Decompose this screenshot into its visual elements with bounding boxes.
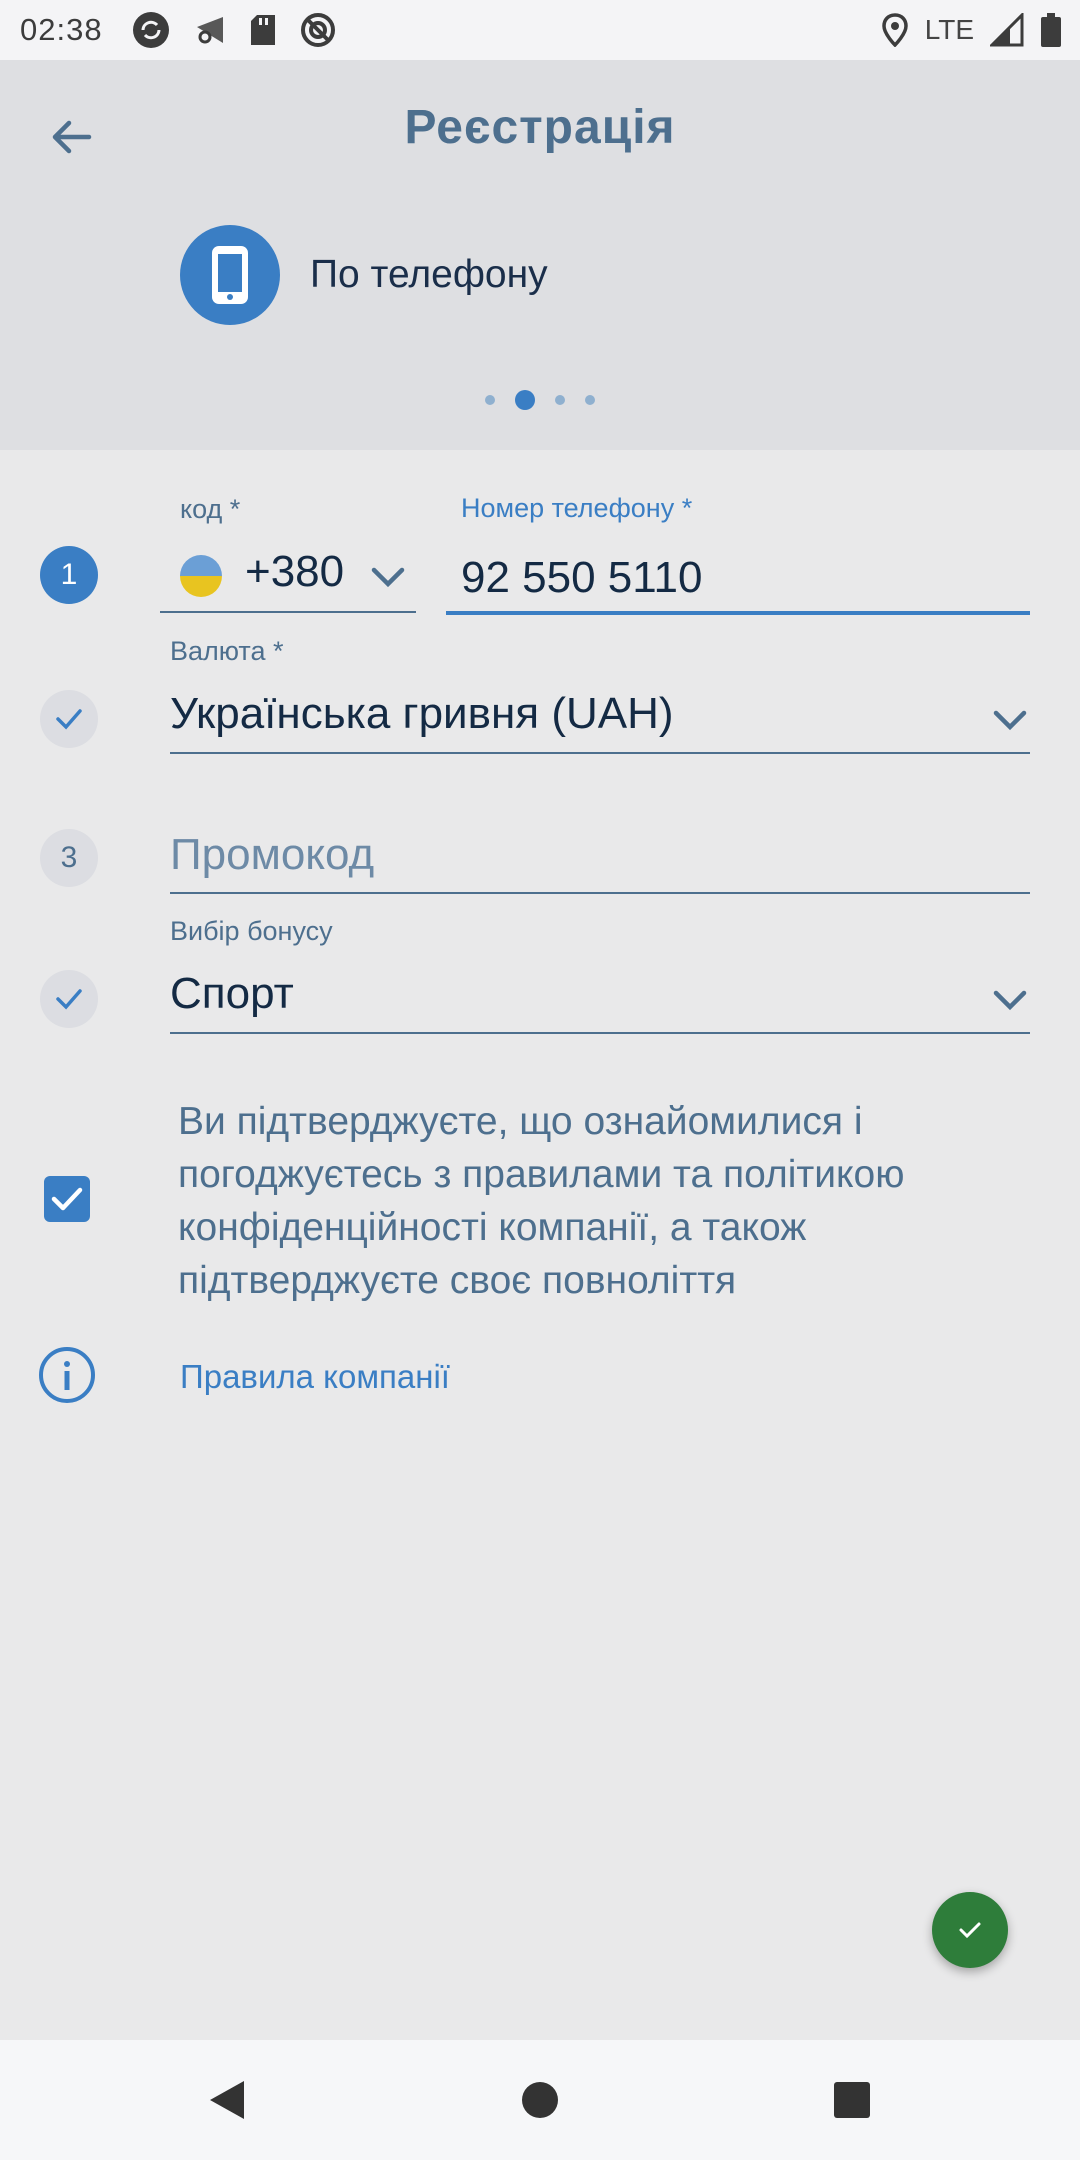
currency-underline <box>170 752 1030 754</box>
registration-header: Реєстрація По телефону <box>0 60 1080 450</box>
bonus-underline <box>170 1032 1030 1034</box>
promo-code-input[interactable]: Промокод <box>170 830 1030 890</box>
consent-text: Ви підтверджуєте, що ознайомилися і пого… <box>178 1100 905 1302</box>
sync-icon <box>132 12 169 48</box>
check-icon <box>56 709 82 730</box>
bonus-select[interactable]: Спорт <box>170 965 1030 1035</box>
check-icon <box>56 989 82 1010</box>
checkmark-icon <box>51 1187 83 1211</box>
signal-icon <box>990 13 1024 47</box>
wifi-settings-icon <box>196 17 223 44</box>
chevron-down-icon <box>993 710 1027 731</box>
pager-dot[interactable] <box>585 395 595 405</box>
method-pager <box>0 390 1080 410</box>
code-label: код * <box>180 494 241 524</box>
step-1-indicator: 1 <box>40 546 98 604</box>
page-title: Реєстрація <box>404 101 676 154</box>
step-4-done-indicator <box>40 970 98 1028</box>
phone-label: Номер телефону * <box>461 493 693 523</box>
nav-home-icon <box>522 2082 558 2118</box>
do-not-disturb-icon <box>300 13 335 47</box>
info-icon <box>39 1347 95 1403</box>
nav-back-icon <box>210 2081 244 2119</box>
country-code-value: +380 <box>245 547 345 596</box>
check-icon <box>959 1922 981 1939</box>
chevron-down-icon <box>993 990 1027 1011</box>
step-3-indicator: 3 <box>40 829 98 887</box>
status-time: 02:38 <box>20 12 103 47</box>
nav-home-button[interactable] <box>510 2070 570 2130</box>
pager-dot-active[interactable] <box>515 390 535 410</box>
consent-checkbox[interactable] <box>44 1176 90 1222</box>
chevron-down-icon <box>371 567 405 588</box>
bonus-label: Вибір бонусу <box>170 916 333 946</box>
bonus-value: Спорт <box>170 969 294 1018</box>
ukraine-flag-icon <box>180 555 222 597</box>
battery-icon <box>1041 13 1061 47</box>
currency-label: Валюта * <box>170 636 284 666</box>
phone-input[interactable]: 92 550 5110 <box>461 553 1021 613</box>
nav-recents-button[interactable] <box>822 2070 882 2130</box>
status-bar: 02:38 LTE <box>0 0 1080 60</box>
registration-method-phone[interactable]: По телефону <box>180 225 548 325</box>
phone-icon <box>180 225 280 325</box>
pager-dot[interactable] <box>485 395 495 405</box>
nav-back-button[interactable] <box>196 2070 256 2130</box>
nav-recents-icon <box>834 2082 870 2118</box>
company-rules-link[interactable]: Правила компанії <box>180 1358 450 1396</box>
sd-card-icon <box>250 15 275 45</box>
currency-value: Українська гривня (UAH) <box>170 689 674 738</box>
system-nav-bar <box>0 2040 1080 2160</box>
code-underline <box>160 611 416 613</box>
pager-dot[interactable] <box>555 395 565 405</box>
promo-underline <box>170 892 1030 894</box>
country-code-select[interactable]: +380 <box>160 540 416 610</box>
registration-method-label: По телефону <box>310 253 548 296</box>
location-icon <box>881 13 908 47</box>
network-type: LTE <box>924 14 974 45</box>
step-2-done-indicator <box>40 690 98 748</box>
phone-underline <box>446 611 1030 615</box>
submit-button[interactable] <box>932 1892 1008 1968</box>
currency-select[interactable]: Українська гривня (UAH) <box>170 685 1030 755</box>
